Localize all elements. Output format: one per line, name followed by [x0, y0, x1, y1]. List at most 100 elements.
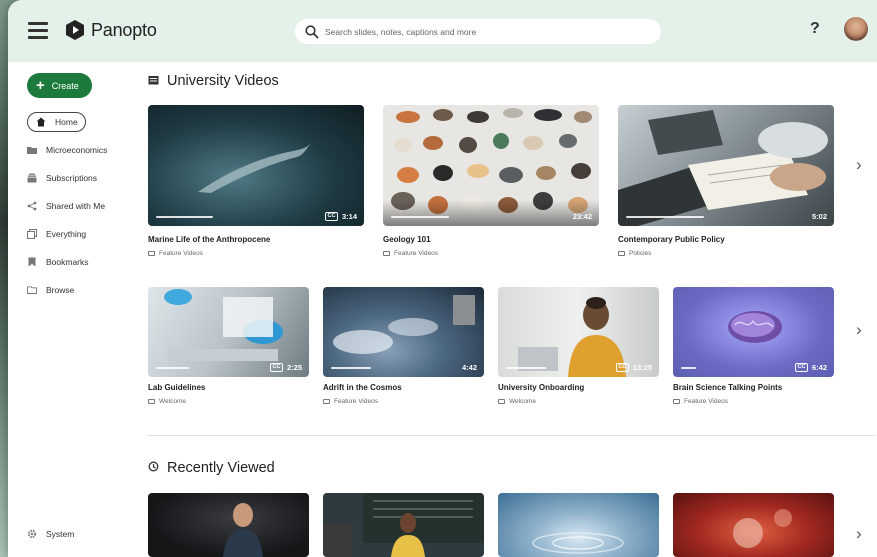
home-icon [36, 117, 46, 127]
cc-icon: CC [325, 212, 338, 221]
plus-icon: + [36, 77, 45, 94]
video-thumbnail[interactable]: 4:42 [323, 287, 484, 377]
duration-badge: CC 6:42 [795, 363, 827, 372]
folder-icon [148, 251, 155, 256]
menu-icon[interactable] [28, 22, 48, 39]
duration-badge: 4:42 [462, 363, 477, 372]
recent-video-thumbnail[interactable] [673, 493, 834, 557]
cells-image [733, 509, 792, 548]
duration-badge: CC 13:25 [615, 363, 652, 372]
video-title[interactable]: Adrift in the Cosmos [323, 383, 402, 392]
video-thumbnail[interactable]: CC 2:25 [148, 287, 309, 377]
water-drop-image [532, 532, 624, 554]
video-card[interactable]: 23:42 Geology 101 Feature Videos [383, 105, 599, 265]
video-folder[interactable]: Feature Videos [148, 250, 203, 257]
duration-label: 23:42 [572, 212, 592, 221]
video-card[interactable]: CC 3:14 Marine Life of the Anthropocene … [148, 105, 364, 265]
sidebar-item-home[interactable]: Home [27, 112, 86, 132]
folder-icon [618, 251, 625, 256]
video-title[interactable]: Lab Guidelines [148, 383, 205, 392]
recent-video-thumbnail[interactable] [323, 493, 484, 557]
folder-icon [148, 399, 155, 404]
help-icon[interactable]: ? [810, 20, 820, 38]
logo[interactable]: Panopto [65, 19, 157, 41]
chevron-right-icon[interactable]: › [856, 524, 862, 544]
video-folder[interactable]: Welcome [148, 398, 186, 405]
sidebar-item-label: Browse [46, 285, 75, 295]
search-bar[interactable] [295, 19, 661, 44]
app-name: Panopto [91, 19, 157, 40]
layers-icon [27, 229, 37, 239]
progress-bar [331, 367, 371, 369]
video-folder[interactable]: Feature Videos [383, 250, 438, 257]
progress-bar [681, 367, 696, 369]
video-folder[interactable]: Policies [618, 250, 651, 257]
duration-label: 3:14 [341, 212, 357, 221]
whale-shape [198, 143, 311, 193]
video-title[interactable]: Geology 101 [383, 235, 431, 244]
chevron-right-icon[interactable]: › [856, 155, 862, 175]
share-icon [27, 201, 37, 211]
progress-bar [156, 216, 213, 218]
duration-badge: CC 3:14 [325, 212, 357, 221]
sidebar-item-microeconomics[interactable]: Microeconomics [27, 140, 107, 160]
folder-outline-icon [27, 285, 37, 295]
sidebar-item-shared-with-me[interactable]: Shared with Me [27, 196, 105, 216]
create-button[interactable]: + Create [27, 73, 92, 98]
duration-badge: CC 2:25 [270, 363, 302, 372]
sidebar-item-everything[interactable]: Everything [27, 224, 86, 244]
folder-icon [383, 251, 390, 256]
folder-icon [27, 145, 37, 155]
recent-video-thumbnail[interactable] [498, 493, 659, 557]
subscriptions-icon [27, 173, 37, 183]
divider [148, 435, 875, 436]
video-title[interactable]: University Onboarding [498, 383, 584, 392]
video-title[interactable]: Contemporary Public Policy [618, 235, 725, 244]
video-thumbnail[interactable]: CC 6:42 [673, 287, 834, 377]
library-icon [148, 75, 159, 88]
bookmark-icon [27, 257, 37, 267]
video-card[interactable]: 5:02 Contemporary Public Policy Policies [618, 105, 834, 265]
avatar[interactable] [844, 17, 868, 41]
video-folder[interactable]: Feature Videos [323, 398, 378, 405]
sidebar-item-bookmarks[interactable]: Bookmarks [27, 252, 89, 272]
video-card[interactable]: CC 2:25 Lab Guidelines Welcome [148, 287, 309, 412]
video-title[interactable]: Marine Life of the Anthropocene [148, 235, 270, 244]
sidebar-item-label: System [46, 529, 75, 539]
sidebar-item-label: Microeconomics [46, 145, 108, 155]
earth-space-image [333, 295, 475, 354]
sidebar-item-browse[interactable]: Browse [27, 280, 74, 300]
video-thumbnail[interactable]: CC 13:25 [498, 287, 659, 377]
video-thumbnail[interactable]: CC 3:14 [148, 105, 364, 226]
video-folder-label: Feature Videos [684, 398, 728, 405]
video-card[interactable]: 4:42 Adrift in the Cosmos Feature Videos [323, 287, 484, 412]
panopto-logo-icon [66, 20, 84, 40]
video-folder-label: Policies [629, 250, 652, 257]
video-folder-label: Feature Videos [334, 398, 378, 405]
video-folder-label: Feature Videos [159, 250, 203, 257]
video-folder-label: Welcome [159, 398, 186, 405]
cc-icon: CC [615, 363, 629, 372]
section-title-university-videos: University Videos [148, 73, 279, 89]
app-window: Panopto ? + Create Home Microecono [8, 0, 877, 557]
video-folder[interactable]: Welcome [498, 398, 536, 405]
video-thumbnail[interactable]: 23:42 [383, 105, 599, 226]
video-card[interactable]: CC 13:25 University Onboarding Welcome [498, 287, 659, 412]
gear-icon [27, 529, 37, 539]
video-folder[interactable]: Feature Videos [673, 398, 728, 405]
recent-video-thumbnail[interactable] [148, 493, 309, 557]
section-title-label: Recently Viewed [167, 460, 275, 476]
video-folder-label: Feature Videos [394, 250, 438, 257]
duration-label: 13:25 [632, 363, 652, 372]
duration-label: 4:42 [461, 363, 477, 372]
video-folder-label: Welcome [509, 398, 536, 405]
search-input[interactable] [325, 26, 645, 37]
video-title[interactable]: Brain Science Talking Points [673, 383, 782, 392]
chevron-right-icon[interactable]: › [856, 320, 862, 340]
video-thumbnail[interactable]: 5:02 [618, 105, 834, 226]
sidebar-item-label: Everything [46, 229, 87, 239]
sidebar-item-system[interactable]: System [27, 524, 74, 544]
video-card[interactable]: CC 6:42 Brain Science Talking Points Fea… [673, 287, 834, 412]
duration-label: 2:25 [286, 363, 302, 372]
sidebar-item-subscriptions[interactable]: Subscriptions [27, 168, 97, 188]
